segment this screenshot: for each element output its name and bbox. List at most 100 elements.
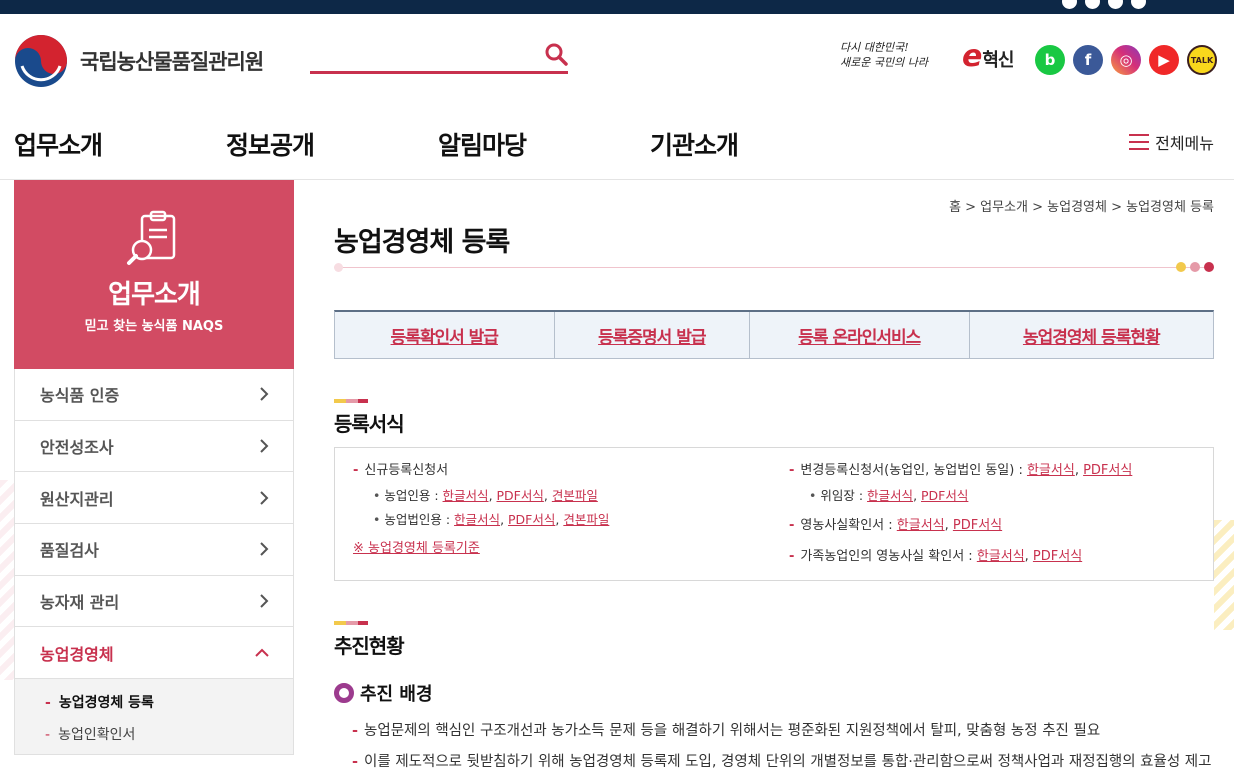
form-label: 변경등록신청서(농업인, 농업법인 동일) :	[800, 463, 1023, 478]
document-search-icon	[127, 210, 176, 265]
pdf-form-link[interactable]: PDF서식	[1033, 549, 1082, 564]
side-nav-subitem-farmer-cert[interactable]: - 농업인확인서	[15, 719, 293, 751]
search-input[interactable]	[310, 38, 530, 70]
side-nav-subtitle: 믿고 찾는 농식품 NAQS	[84, 319, 224, 334]
form-subitem: • 위임장 : 한글서식, PDF서식	[809, 488, 969, 503]
pdf-form-link[interactable]: PDF서식	[497, 488, 544, 503]
forms-box: - 신규등록신청서 • 농업인용 : 한글서식, PDF서식, 견본파일 • 농업법인…	[334, 447, 1214, 581]
background-paragraph: - 이를 제도적으로 뒷받침하기 위해 농업경영체 등록제 도입, 경영체 단위의…	[352, 754, 1212, 770]
decoration-stripes	[0, 480, 14, 680]
form-item: ※ 농업경영체 등록기준	[353, 536, 609, 562]
side-nav-item-quality[interactable]: 품질검사	[14, 524, 294, 576]
form-label: 신규등록신청서	[364, 463, 449, 478]
tab-certificate-issue[interactable]: 등록증명서 발급	[555, 312, 751, 358]
gnb-menu-work[interactable]: 업무소개	[14, 126, 103, 162]
site-header: 국립농산물품질관리원 다시 대한민국! 새로운 국민의 나라 e 혁신 b f …	[0, 14, 1234, 104]
tab-registration-status[interactable]: 농업경영체 등록현황	[970, 312, 1213, 358]
chevron-right-icon	[260, 491, 269, 505]
ring-bullet-icon	[334, 683, 354, 703]
sample-file-link[interactable]: 견본파일	[563, 512, 609, 527]
side-nav-subitem-registration[interactable]: - 농업경영체 등록	[15, 687, 293, 719]
side-nav-title: 업무소개	[108, 280, 201, 310]
page-title: 농업경영체 등록	[334, 227, 510, 258]
side-nav-item-label: 품질검사	[40, 541, 99, 561]
side-nav-item-materials[interactable]: 농자재 관리	[14, 575, 294, 628]
section-title-status: 추진현황	[334, 634, 405, 658]
sns-links: b f ◎ ▶ TALK	[1035, 45, 1217, 75]
section-mark	[334, 399, 368, 403]
form-item: - 영농사실확인서 : 한글서식, PDF서식	[789, 518, 1003, 533]
forms-col-right: - 변경등록신청서(농업인, 농업법인 동일) : 한글서식, PDF서식 • 위임…	[789, 458, 1132, 570]
dash-icon: -	[45, 695, 51, 712]
side-nav-item-certification[interactable]: 농식품 인증	[14, 369, 294, 421]
utility-icon[interactable]	[1085, 0, 1100, 9]
side-nav-item-origin[interactable]: 원산지관리	[14, 472, 294, 525]
blog-icon[interactable]: b	[1035, 45, 1065, 75]
pdf-form-link[interactable]: PDF서식	[508, 512, 555, 527]
pdf-form-link[interactable]: PDF서식	[1083, 463, 1132, 478]
title-divider	[334, 262, 1214, 272]
form-item: - 변경등록신청서(농업인, 농업법인 동일) : 한글서식, PDF서식	[789, 463, 1133, 478]
hangul-form-link[interactable]: 한글서식	[1027, 463, 1075, 478]
hangul-form-link[interactable]: 한글서식	[897, 518, 945, 533]
gnb-menu-info[interactable]: 정보공개	[226, 126, 315, 162]
tab-online-service[interactable]: 등록 온라인서비스	[750, 312, 970, 358]
sample-file-link[interactable]: 견본파일	[552, 488, 598, 503]
utility-icons[interactable]	[1062, 0, 1146, 9]
hangul-form-link[interactable]: 한글서식	[867, 488, 913, 503]
slogan: 다시 대한민국! 새로운 국민의 나라	[840, 40, 930, 70]
section-title-forms: 등록서식	[334, 412, 405, 436]
e-innovation-logo[interactable]: e 혁신	[962, 39, 1014, 74]
site-logo[interactable]: 국립농산물품질관리원	[14, 34, 264, 88]
pdf-form-link[interactable]: PDF서식	[921, 488, 968, 503]
search-icon[interactable]	[544, 42, 568, 66]
top-utility-bar	[0, 0, 1234, 14]
breadcrumb[interactable]: 홈 > 업무소개 > 농업경영체 > 농업경영체 등록	[949, 196, 1214, 215]
taegeuk-logo-icon	[15, 35, 67, 87]
e-innovation-text: 혁신	[982, 50, 1014, 71]
form-label: 농업법인용 :	[384, 512, 451, 527]
registration-standard-link[interactable]: ※ 농업경영체 등록기준	[353, 541, 480, 556]
form-item: - 신규등록신청서	[353, 463, 449, 478]
side-nav-item-label: 안전성조사	[40, 438, 114, 458]
side-nav-item-label: 농식품 인증	[40, 386, 120, 406]
hangul-form-link[interactable]: 한글서식	[443, 488, 489, 503]
e-innovation-e: e	[962, 39, 983, 74]
form-label: 위임장 :	[820, 488, 864, 503]
utility-icon[interactable]	[1131, 0, 1146, 9]
chevron-right-icon	[260, 594, 269, 608]
side-nav-item-label: 원산지관리	[40, 489, 114, 509]
form-item: - 가족농업인의 영농사실 확인서 : 한글서식, PDF서식	[789, 549, 1083, 564]
decoration-stripes	[1214, 520, 1234, 630]
form-label: 가족농업인의 영농사실 확인서 :	[800, 549, 973, 564]
utility-icon[interactable]	[1062, 0, 1077, 9]
search-box	[310, 38, 568, 74]
hangul-form-link[interactable]: 한글서식	[454, 512, 500, 527]
hangul-form-link[interactable]: 한글서식	[977, 549, 1025, 564]
chevron-right-icon	[260, 439, 269, 453]
kakaotalk-icon[interactable]: TALK	[1187, 45, 1217, 75]
utility-icon[interactable]	[1108, 0, 1123, 9]
side-nav-header: 업무소개 믿고 찾는 농식품 NAQS	[14, 180, 294, 369]
youtube-icon[interactable]: ▶	[1149, 45, 1179, 75]
chevron-right-icon	[260, 387, 269, 402]
global-nav: 업무소개 정보공개 알림마당 기관소개 전체메뉴	[0, 104, 1234, 180]
background-heading-label: 추진 배경	[360, 684, 433, 705]
all-menu-label: 전체메뉴	[1155, 134, 1214, 153]
gnb-menu-notice[interactable]: 알림마당	[438, 126, 527, 162]
side-nav-item-safety[interactable]: 안전성조사	[14, 420, 294, 473]
slogan-line: 새로운 국민의 나라	[840, 56, 928, 69]
side-nav-item-label: 농업경영체	[40, 644, 114, 664]
side-nav-item-farm-business[interactable]: 농업경영체	[14, 627, 294, 680]
form-label: 영농사실확인서 :	[800, 518, 893, 533]
background-paragraph: - 농업문제의 핵심인 구조개선과 농가소득 문제 등을 해결하기 위해서는 평준…	[352, 723, 1101, 739]
facebook-icon[interactable]: f	[1073, 45, 1103, 75]
form-subitem: • 농업인용 : 한글서식, PDF서식, 견본파일	[373, 488, 598, 503]
gnb-menu-about[interactable]: 기관소개	[650, 126, 739, 162]
divider-dot	[334, 263, 343, 272]
service-tabs: 등록확인서 발급 등록증명서 발급 등록 온라인서비스 농업경영체 등록현황	[334, 310, 1214, 359]
tab-confirmation-issue[interactable]: 등록확인서 발급	[335, 312, 555, 358]
all-menu-button[interactable]: 전체메뉴	[1129, 130, 1214, 154]
instagram-icon[interactable]: ◎	[1111, 45, 1141, 75]
pdf-form-link[interactable]: PDF서식	[953, 518, 1002, 533]
